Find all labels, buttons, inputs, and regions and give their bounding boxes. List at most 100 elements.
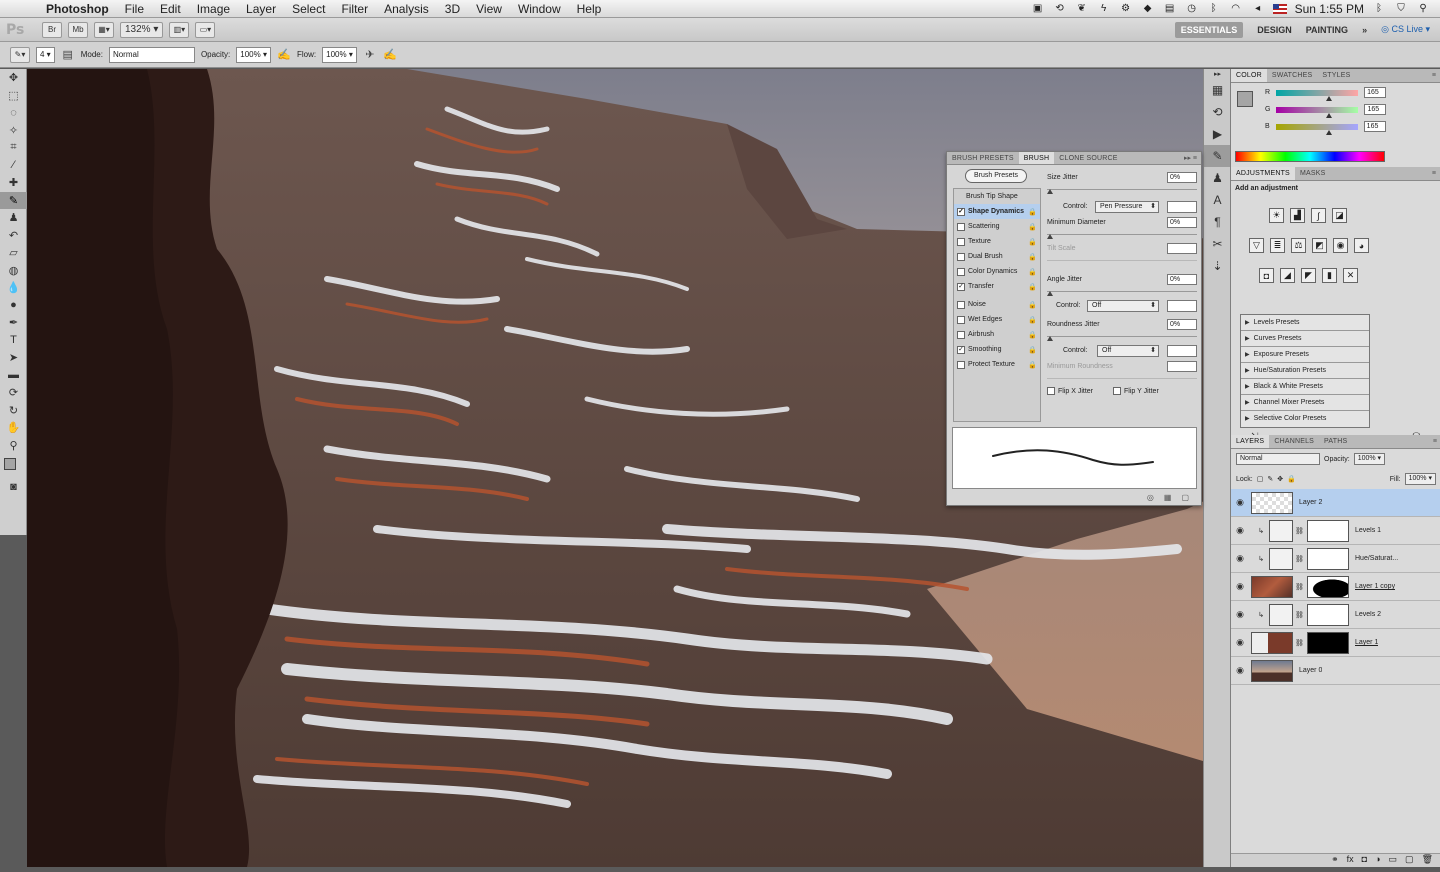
new-layer-icon[interactable]: ▢: [1405, 854, 1414, 867]
brush-size-picker[interactable]: 4 ▾: [36, 46, 55, 63]
view-extras-button[interactable]: ▦▾: [94, 21, 114, 38]
new-group-icon[interactable]: ▭: [1389, 854, 1398, 867]
character-panel-icon[interactable]: A: [1204, 189, 1231, 211]
smoothing-checkbox[interactable]: ✓: [957, 345, 965, 354]
flip-x-option[interactable]: Flip X Jitter: [1047, 387, 1093, 395]
time-machine-icon[interactable]: ◷: [1185, 3, 1199, 15]
toggle-live-tip-icon[interactable]: ◎: [1147, 493, 1154, 505]
zoom-level-select[interactable]: 132% ▾: [120, 21, 164, 38]
paragraph-panel-icon[interactable]: ¶: [1204, 211, 1231, 233]
flip-y-option[interactable]: Flip Y Jitter: [1113, 387, 1159, 395]
menu-app-name[interactable]: Photoshop: [38, 2, 117, 16]
brush-panel-toggle-icon[interactable]: ▤: [61, 48, 75, 62]
preset-hue-saturation[interactable]: ▶ Hue/Saturation Presets: [1241, 363, 1369, 379]
visibility-eye-icon[interactable]: ◉: [1231, 497, 1249, 508]
slider-thumb[interactable]: [1047, 189, 1053, 194]
size-jitter-slider[interactable]: [1047, 185, 1197, 194]
layer-mask-thumbnail[interactable]: [1307, 575, 1349, 598]
lock-icon[interactable]: 🔒: [1028, 223, 1037, 231]
brush-tool-icon[interactable]: ✎: [0, 191, 27, 209]
threshold-icon[interactable]: ◤: [1301, 268, 1316, 283]
history-panel-icon[interactable]: ⟲: [1204, 101, 1231, 123]
layer-row[interactable]: ◉ ↳ ⛓ Levels 1: [1231, 517, 1440, 545]
link-chain-icon[interactable]: ⛓: [1295, 527, 1304, 535]
lock-position-icon[interactable]: ✥: [1277, 475, 1283, 483]
pressure-opacity-icon[interactable]: ✍: [277, 48, 291, 62]
scattering-checkbox[interactable]: [957, 222, 965, 231]
mini-bridge-button[interactable]: Mb: [68, 21, 88, 38]
eyedropper-tool-icon[interactable]: ⁄: [0, 157, 27, 175]
flip-x-checkbox[interactable]: [1047, 387, 1055, 395]
transfer-checkbox[interactable]: ✓: [957, 282, 965, 291]
pen-tool-icon[interactable]: ✒: [0, 314, 27, 332]
layer-blend-mode-select[interactable]: Normal: [1236, 453, 1320, 465]
shape-dynamics-checkbox[interactable]: ✓: [957, 207, 965, 216]
workspace-painting[interactable]: PAINTING: [1306, 25, 1348, 35]
screen-icon[interactable]: ▤: [1163, 3, 1177, 15]
layer-row[interactable]: ◉ ↳ ⛓ Levels 2: [1231, 601, 1440, 629]
lock-icon[interactable]: 🔒: [1028, 361, 1037, 369]
layer-row[interactable]: ◉ Layer 0: [1231, 657, 1440, 685]
green-value[interactable]: 165: [1364, 104, 1387, 115]
lock-icon[interactable]: 🔒: [1028, 331, 1037, 339]
add-mask-icon[interactable]: ◘: [1362, 854, 1367, 867]
bluetooth-icon[interactable]: ᛒ: [1372, 3, 1386, 15]
color-swatch-chip[interactable]: [1237, 91, 1253, 107]
tab-adjustments[interactable]: ADJUSTMENTS: [1231, 167, 1295, 180]
lock-icon[interactable]: 🔒: [1028, 316, 1037, 324]
menu-image[interactable]: Image: [189, 2, 238, 16]
selective-color-icon[interactable]: ✕: [1343, 268, 1358, 283]
shape-dynamics-item[interactable]: ✓ Shape Dynamics 🔒: [954, 204, 1040, 219]
menu-filter[interactable]: Filter: [333, 2, 376, 16]
screen-mode-button[interactable]: ▭▾: [195, 21, 216, 38]
layer-fill-input[interactable]: 100% ▾: [1404, 473, 1436, 485]
airbrush-item[interactable]: Airbrush 🔒: [954, 327, 1040, 342]
visibility-eye-icon[interactable]: ◉: [1231, 581, 1249, 592]
expand-triangle-icon[interactable]: ▶: [1245, 411, 1250, 427]
posterize-icon[interactable]: ◢: [1280, 268, 1295, 283]
panel-menu-icon[interactable]: ≡: [1433, 435, 1440, 448]
link-chain-icon[interactable]: ⛓: [1295, 555, 1304, 563]
menu-edit[interactable]: Edit: [152, 2, 189, 16]
link-layers-icon[interactable]: ⚭: [1331, 854, 1339, 867]
clone-stamp-tool-icon[interactable]: ♟: [0, 209, 27, 227]
menu-analysis[interactable]: Analysis: [376, 2, 437, 16]
angle-jitter-value[interactable]: 0%: [1167, 274, 1197, 285]
dual-brush-item[interactable]: Dual Brush 🔒: [954, 249, 1040, 264]
crop-tool-icon[interactable]: ⌗: [0, 139, 27, 157]
menu-clock[interactable]: Sun 1:55 PM: [1295, 2, 1364, 16]
layer-row[interactable]: ◉ ⛓ Layer 1 copy: [1231, 573, 1440, 601]
dock-handle-icon[interactable]: ▸▸: [1204, 69, 1231, 79]
lock-icon[interactable]: 🔒: [1028, 238, 1037, 246]
layer-mask-thumbnail[interactable]: [1307, 519, 1349, 542]
menu-select[interactable]: Select: [284, 2, 333, 16]
paint-bucket-tool-icon[interactable]: ◍: [0, 262, 27, 280]
preset-levels[interactable]: ▶ Levels Presets: [1241, 315, 1369, 331]
lock-icon[interactable]: 🔒: [1028, 283, 1037, 291]
blue-slider-thumb[interactable]: [1325, 129, 1332, 135]
slider-thumb[interactable]: [1047, 234, 1053, 239]
foreground-color-swatch[interactable]: [4, 458, 16, 470]
expand-triangle-icon[interactable]: ▶: [1245, 379, 1250, 394]
layer-row[interactable]: ◉ ⛓ Layer 1: [1231, 629, 1440, 657]
cs-live-button[interactable]: ◎ CS Live ▾: [1381, 24, 1430, 35]
roundness-jitter-slider[interactable]: [1047, 332, 1197, 341]
color-dynamics-checkbox[interactable]: [957, 267, 965, 276]
type-tool-icon[interactable]: T: [0, 332, 27, 350]
create-new-brush-icon[interactable]: ▢: [1181, 493, 1189, 505]
link-chain-icon[interactable]: ⛓: [1295, 639, 1304, 647]
quick-selection-tool-icon[interactable]: ✧: [0, 122, 27, 140]
brush-panel-icon[interactable]: ✎: [1204, 145, 1231, 167]
roundness-steps-input[interactable]: [1167, 345, 1197, 357]
hue-saturation-icon[interactable]: ≣: [1270, 238, 1285, 253]
dodge-tool-icon[interactable]: ●: [0, 297, 27, 315]
menu-file[interactable]: File: [117, 2, 152, 16]
black-white-icon[interactable]: ◩: [1312, 238, 1327, 253]
green-slider-thumb[interactable]: [1326, 112, 1333, 118]
menu-3d[interactable]: 3D: [437, 2, 468, 16]
curves-icon[interactable]: ∫: [1311, 208, 1326, 223]
lock-transparency-icon[interactable]: ▢: [1257, 475, 1264, 483]
size-control-select[interactable]: Pen Pressure: [1095, 201, 1159, 213]
zoom-tool-icon[interactable]: ⚲: [0, 437, 27, 455]
flow-input[interactable]: 100% ▾: [322, 46, 357, 63]
